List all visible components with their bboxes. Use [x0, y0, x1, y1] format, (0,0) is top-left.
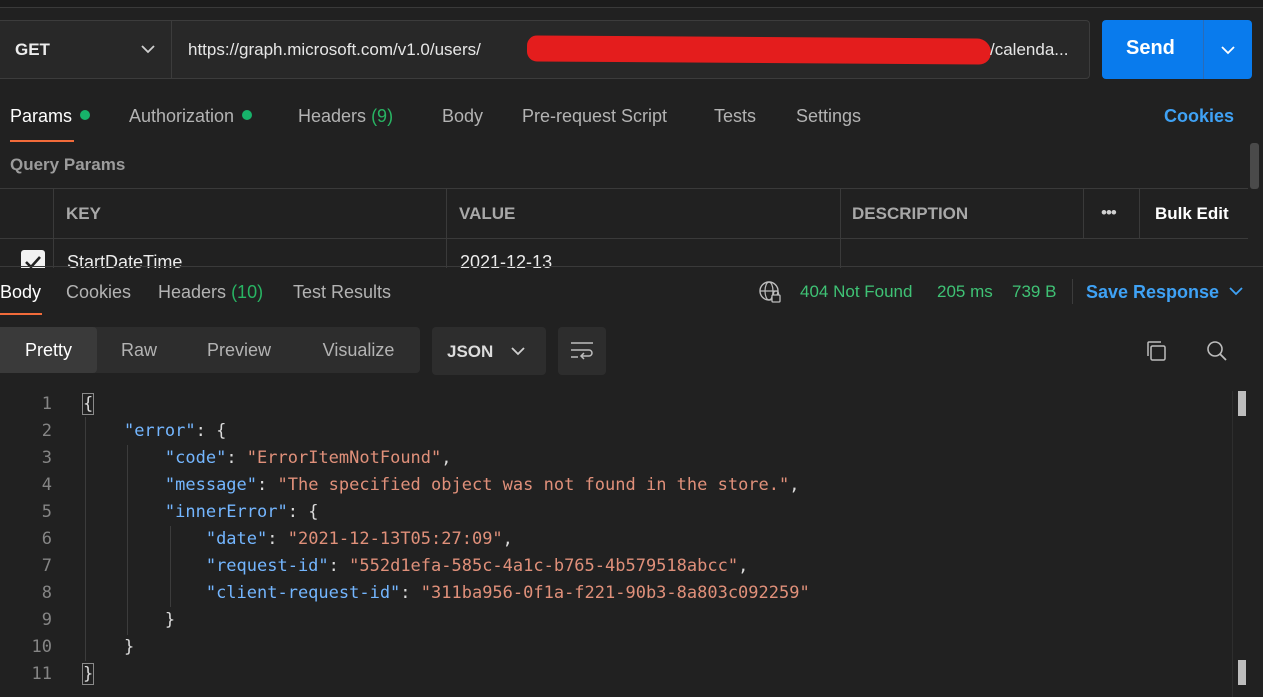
- request-url-bar: GET https://graph.microsoft.com/v1.0/use…: [0, 20, 1090, 79]
- line-number: 5: [41, 502, 52, 522]
- code-line: 3 "code": "ErrorItemNotFound",: [0, 445, 1236, 472]
- response-size: 739 B: [1012, 282, 1057, 301]
- line-number: 2: [41, 421, 52, 441]
- line-number: 7: [41, 556, 52, 576]
- format-label: JSON: [447, 342, 494, 361]
- response-time: 205 ms: [937, 282, 993, 301]
- column-separator: [53, 189, 54, 268]
- line-number: 1: [41, 394, 52, 414]
- copy-icon[interactable]: [1144, 339, 1168, 363]
- method-dropdown[interactable]: GET: [0, 21, 172, 78]
- wrap-lines-button[interactable]: [558, 327, 606, 375]
- code-line: 11 }: [0, 661, 1236, 688]
- response-tab-cookies[interactable]: Cookies: [66, 282, 131, 303]
- more-options-icon[interactable]: •••: [1101, 203, 1117, 223]
- globe-lock-icon[interactable]: [758, 280, 782, 304]
- response-tab-test-results[interactable]: Test Results: [293, 282, 391, 303]
- status-code: 404 Not Found: [800, 282, 913, 301]
- code-line: 7 "request-id": "552d1efa-585c-4a1c-b765…: [0, 553, 1236, 580]
- line-number: 4: [41, 475, 52, 495]
- column-key: KEY: [66, 204, 101, 223]
- send-divider: [1203, 20, 1204, 79]
- column-description: DESCRIPTION: [852, 204, 969, 223]
- column-separator: [840, 189, 841, 268]
- column-value: VALUE: [459, 204, 516, 223]
- query-params-table: KEY VALUE DESCRIPTION ••• Bulk Edit Star…: [0, 188, 1248, 268]
- editor-scrollbar-marker[interactable]: [1238, 391, 1246, 416]
- pane-splitter[interactable]: [0, 266, 1263, 267]
- query-params-title: Query Params: [10, 155, 126, 174]
- code-line: 1 {: [0, 391, 1236, 418]
- response-headers-count: (10): [231, 282, 264, 302]
- view-visualize-button[interactable]: Visualize: [297, 327, 420, 373]
- code-line: 6 "date": "2021-12-13T05:27:09",: [0, 526, 1236, 553]
- send-label: Send: [1126, 37, 1175, 59]
- line-number: 3: [41, 448, 52, 468]
- tab-headers[interactable]: Headers (9): [298, 106, 393, 127]
- cookies-link[interactable]: Cookies: [1164, 106, 1234, 127]
- tab-body[interactable]: Body: [442, 106, 483, 127]
- line-number: 10: [31, 637, 52, 657]
- line-number: 9: [41, 610, 52, 630]
- params-scrollbar[interactable]: [1250, 143, 1259, 189]
- params-active-dot: [80, 110, 91, 120]
- active-response-tab-indicator: [0, 313, 42, 315]
- tab-params[interactable]: Params: [10, 106, 91, 127]
- save-response-button[interactable]: Save Response: [1086, 282, 1219, 303]
- view-pretty-button[interactable]: Pretty: [0, 327, 97, 373]
- code-line: 2 "error": {: [0, 418, 1236, 445]
- tab-settings[interactable]: Settings: [796, 106, 861, 127]
- view-raw-button[interactable]: Raw: [97, 327, 181, 373]
- redaction-mark: [526, 35, 992, 65]
- code-line: 8 "client-request-id": "311ba956-0f1a-f2…: [0, 580, 1236, 607]
- active-tab-indicator: [10, 140, 74, 142]
- table-header: KEY VALUE DESCRIPTION ••• Bulk Edit: [0, 189, 1248, 239]
- status-divider: [1072, 279, 1073, 304]
- authorization-active-dot: [242, 110, 253, 120]
- code-line: 10 }: [0, 634, 1236, 661]
- url-input[interactable]: https://graph.microsoft.com/v1.0/users/: [188, 40, 481, 60]
- view-preview-button[interactable]: Preview: [181, 327, 297, 373]
- response-body-editor[interactable]: 1 { 2 "error": { 3 "code": "ErrorItemNot…: [0, 391, 1236, 697]
- chevron-down-icon: [511, 347, 525, 356]
- code-line: 5 "innerError": {: [0, 499, 1236, 526]
- column-separator: [446, 189, 447, 268]
- tab-authorization[interactable]: Authorization: [129, 106, 253, 127]
- chevron-down-icon: [141, 45, 155, 54]
- code-line: 4 "message": "The specified object was n…: [0, 472, 1236, 499]
- chevron-down-icon[interactable]: [1228, 285, 1244, 297]
- response-tab-headers[interactable]: Headers (10): [158, 282, 263, 303]
- line-number: 11: [31, 664, 52, 684]
- search-icon[interactable]: [1205, 339, 1229, 363]
- editor-scroll-track: [1232, 391, 1233, 697]
- line-number: 8: [41, 583, 52, 603]
- send-options-chevron-icon[interactable]: [1220, 44, 1236, 56]
- response-tab-body[interactable]: Body: [0, 282, 41, 303]
- headers-count: (9): [371, 106, 394, 126]
- method-label: GET: [15, 40, 50, 59]
- format-dropdown[interactable]: JSON: [432, 327, 546, 375]
- editor-scrollbar-marker[interactable]: [1238, 660, 1246, 685]
- wrap-lines-icon: [571, 342, 593, 360]
- bulk-edit-button[interactable]: Bulk Edit: [1155, 204, 1229, 224]
- top-divider: [0, 0, 1263, 8]
- tab-tests[interactable]: Tests: [714, 106, 756, 127]
- column-separator: [1139, 189, 1140, 239]
- view-mode-group: Pretty Raw Preview Visualize: [0, 327, 420, 373]
- tab-prerequest-script[interactable]: Pre-request Script: [522, 106, 667, 127]
- code-line: 9 }: [0, 607, 1236, 634]
- url-input-tail[interactable]: /calenda...: [990, 40, 1068, 60]
- send-button[interactable]: Send: [1102, 20, 1252, 79]
- column-separator: [1083, 189, 1084, 239]
- line-number: 6: [41, 529, 52, 549]
